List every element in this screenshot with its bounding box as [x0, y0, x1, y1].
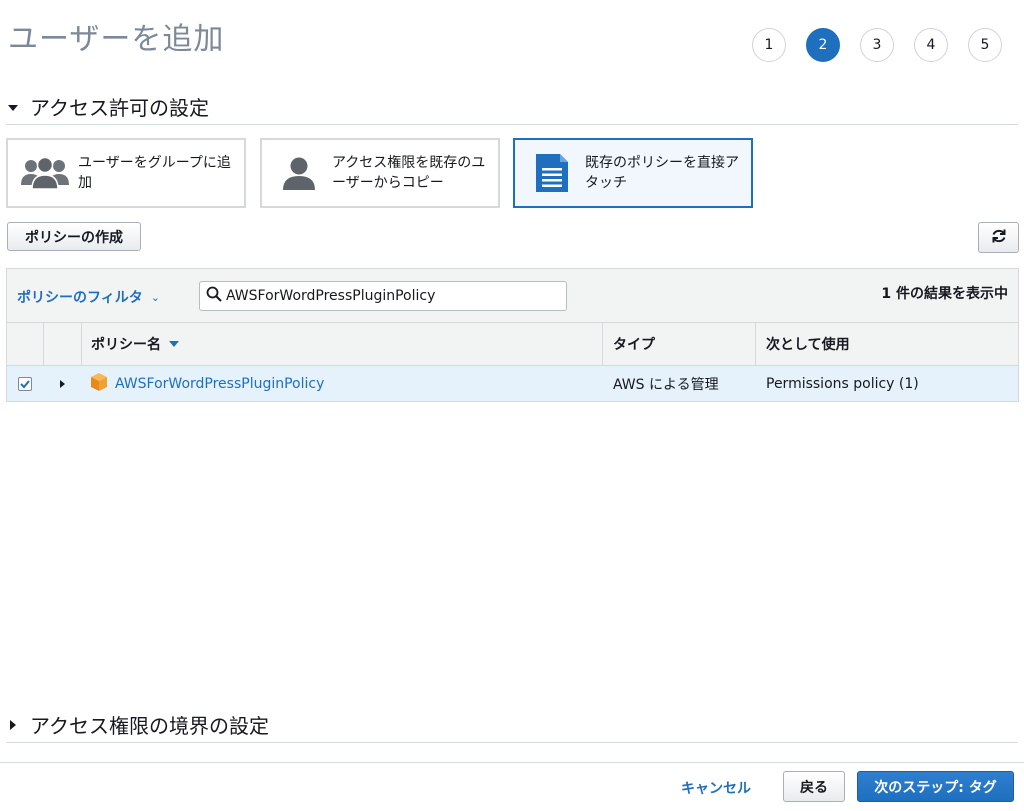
row-used-as: Permissions policy (1) [766, 375, 919, 392]
row-checkbox[interactable] [18, 366, 32, 401]
caret-right-icon [60, 379, 65, 388]
option-add-to-group[interactable]: ユーザーをグループに追加 [6, 138, 246, 208]
option-attach-policy[interactable]: 既存のポリシーを直接アタッチ [513, 138, 753, 208]
boundary-section-title: アクセス権限の境界の設定 [30, 714, 269, 738]
header-policy-name-label: ポリシー名 [91, 337, 161, 353]
caret-right-icon [10, 719, 16, 730]
option-copy-permissions-label: アクセス権限を既存のユーザーからコピー [332, 155, 486, 191]
section-divider [6, 742, 1018, 743]
page-title: ユーザーを追加 [8, 22, 225, 57]
step-5[interactable]: 5 [968, 28, 1002, 62]
check-icon [20, 379, 30, 388]
group-users-icon [20, 151, 70, 195]
step-3[interactable]: 3 [860, 28, 894, 62]
wizard-steps: 1 2 3 4 5 [752, 28, 1022, 62]
column-divider [602, 323, 603, 365]
policy-filter-label: ポリシーのフィルタ [17, 290, 143, 306]
refresh-button[interactable] [978, 222, 1019, 253]
policy-name-link[interactable]: AWSForWordPressPluginPolicy [115, 376, 324, 392]
column-divider [81, 323, 82, 365]
column-divider [755, 323, 756, 365]
footer-divider [0, 762, 1024, 763]
step-1[interactable]: 1 [752, 28, 786, 62]
option-copy-permissions[interactable]: アクセス権限を既存のユーザーからコピー [260, 138, 500, 208]
policy-search-input[interactable] [222, 282, 566, 310]
result-count: 1 件の結果を表示中 [881, 286, 1008, 302]
checkbox[interactable] [18, 376, 32, 391]
row-policy-type: AWS による管理 [613, 376, 719, 393]
permissions-section-title: アクセス許可の設定 [30, 96, 209, 120]
cancel-link[interactable]: キャンセル [681, 778, 751, 798]
policy-filter-dropdown[interactable]: ポリシーのフィルタ ⌄ [17, 287, 160, 307]
boundary-section-toggle[interactable]: アクセス権限の境界の設定 [8, 710, 269, 739]
user-icon [274, 151, 324, 195]
row-expand-toggle[interactable] [60, 366, 65, 401]
header-used-as: 次として使用 [766, 337, 850, 353]
permissions-section-toggle[interactable]: アクセス許可の設定 [8, 92, 209, 121]
caret-down-icon [8, 104, 18, 111]
header-policy-name[interactable]: ポリシー名 [91, 323, 179, 365]
chevron-down-icon: ⌄ [150, 290, 160, 304]
document-icon [527, 151, 577, 195]
next-step-button[interactable]: 次のステップ: タグ [857, 771, 1014, 802]
policy-search-box [199, 281, 567, 311]
header-type: タイプ [613, 337, 655, 353]
step-4[interactable]: 4 [914, 28, 948, 62]
row-policy-name: AWSForWordPressPluginPolicy [91, 366, 324, 401]
back-button[interactable]: 戻る [783, 771, 845, 802]
option-add-to-group-label: ユーザーをグループに追加 [78, 155, 231, 191]
column-divider [43, 323, 44, 365]
search-icon [206, 286, 222, 306]
refresh-icon [991, 228, 1007, 248]
create-policy-button[interactable]: ポリシーの作成 [7, 222, 141, 251]
policy-table-panel: ポリシーのフィルタ ⌄ 1 件の結果を表示中 ポリシー名 タイプ 次として使用 [6, 268, 1019, 402]
table-header: ポリシー名 タイプ 次として使用 [7, 323, 1018, 366]
section-divider [6, 124, 1018, 125]
filter-toolbar: ポリシーのフィルタ ⌄ 1 件の結果を表示中 [7, 269, 1018, 323]
option-attach-policy-label: 既存のポリシーを直接アタッチ [585, 155, 739, 191]
table-row[interactable]: AWSForWordPressPluginPolicy AWS による管理 Pe… [7, 366, 1018, 401]
sort-desc-icon [169, 341, 179, 347]
aws-managed-policy-icon [91, 372, 107, 395]
step-2[interactable]: 2 [806, 28, 840, 62]
